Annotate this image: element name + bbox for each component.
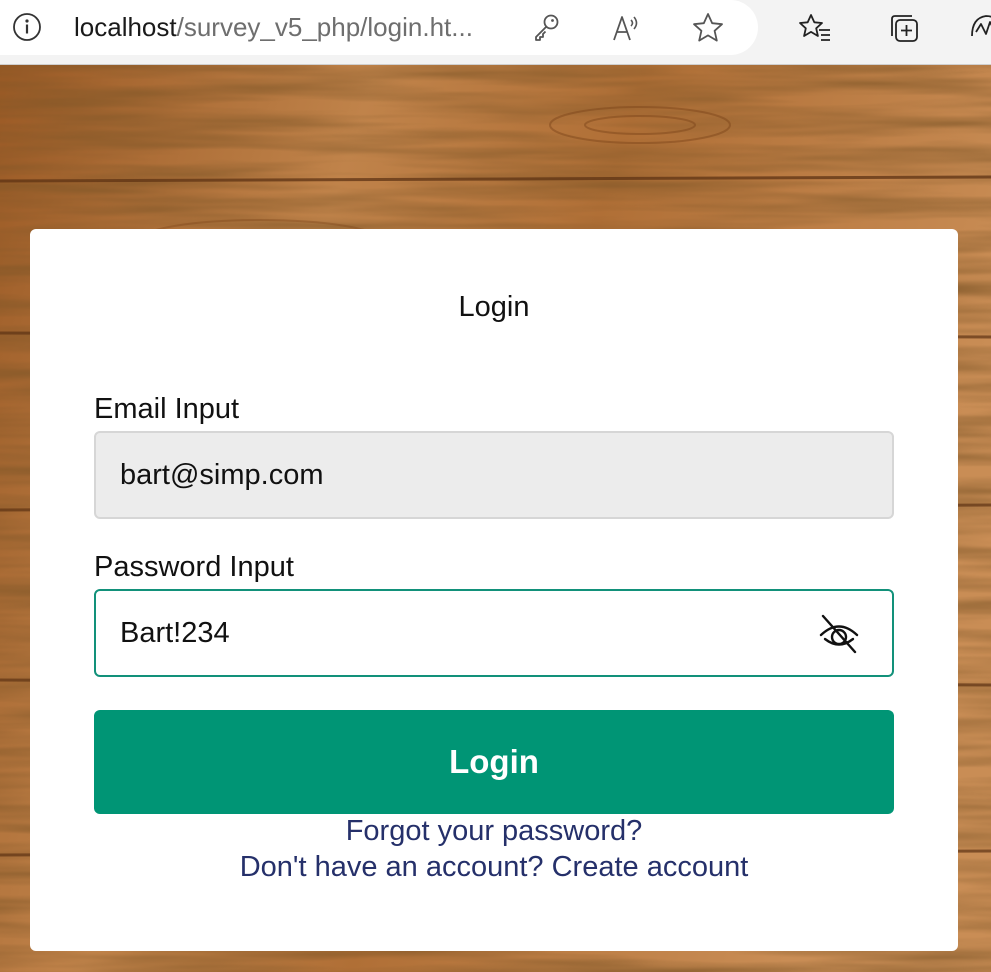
forgot-password-link[interactable]: Forgot your password? [346,815,643,847]
key-icon[interactable] [528,10,564,46]
collections-icon[interactable] [886,10,922,46]
url-path: /survey_v5_php/login.ht... [176,12,473,42]
address-bar[interactable]: localhost/survey_v5_php/login.ht... [0,0,758,55]
read-aloud-icon[interactable] [608,10,644,46]
info-icon[interactable] [12,12,42,42]
login-button[interactable]: Login [94,710,894,814]
url-text[interactable]: localhost/survey_v5_php/login.ht... [74,11,473,43]
password-label: Password Input [94,551,294,583]
email-label: Email Input [94,393,240,425]
signup-prompt: Don't have an account? [239,851,544,883]
create-account-link[interactable]: Create account [552,851,749,883]
password-input[interactable] [94,589,894,677]
forgot-password-row: Forgot your password? [30,815,958,848]
login-card: Login Email Input Password Input Login F… [30,229,958,951]
page-viewport: Login Email Input Password Input Login F… [0,65,991,972]
signup-row: Don't have an account? Create account [30,851,958,884]
eye-slash-icon[interactable] [816,610,862,656]
url-host: localhost [74,12,177,42]
email-input[interactable] [94,431,894,519]
page-title: Login [458,291,530,323]
performance-icon[interactable] [968,10,991,46]
favorites-list-icon[interactable] [797,10,833,46]
browser-toolbar: localhost/survey_v5_php/login.ht... [0,0,991,65]
favorite-star-icon[interactable] [690,10,726,46]
